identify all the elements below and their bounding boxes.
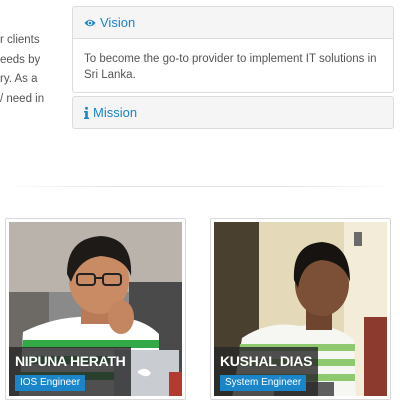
vision-body: To become the go-to provider to implemen… — [72, 39, 394, 93]
intro-paragraph: r clients eeds by ry. As a / need in — [0, 31, 44, 109]
intro-line: r clients — [0, 34, 40, 46]
member-name: NIPUNA HERATH — [15, 353, 126, 369]
mission-panel: Mission — [72, 96, 394, 129]
mission-title: Mission — [93, 105, 138, 120]
team-name-label: KUSHAL DIAS System Engineer — [214, 347, 319, 396]
intro-line: eeds by — [0, 53, 41, 66]
intro-line: / need in — [0, 92, 44, 105]
vision-panel-header[interactable]: Vision — [72, 6, 394, 39]
vision-title: Vision — [100, 15, 136, 30]
member-role-badge: System Engineer — [220, 375, 307, 391]
intro-line: ry. As a — [0, 73, 38, 85]
mission-panel-header[interactable]: Mission — [72, 96, 394, 129]
member-role-badge: IOS Engineer — [15, 375, 86, 391]
member-name: KUSHAL DIAS — [220, 353, 313, 369]
info-icon — [84, 106, 89, 119]
vision-panel: Vision To become the go-to provider to i… — [72, 6, 394, 93]
section-divider — [0, 186, 400, 187]
team-name-label: NIPUNA HERATH IOS Engineer — [9, 347, 132, 396]
team-card[interactable]: NIPUNA HERATH IOS Engineer — [5, 218, 186, 400]
eye-icon — [84, 18, 96, 28]
team-card[interactable]: KUSHAL DIAS System Engineer — [210, 218, 391, 400]
